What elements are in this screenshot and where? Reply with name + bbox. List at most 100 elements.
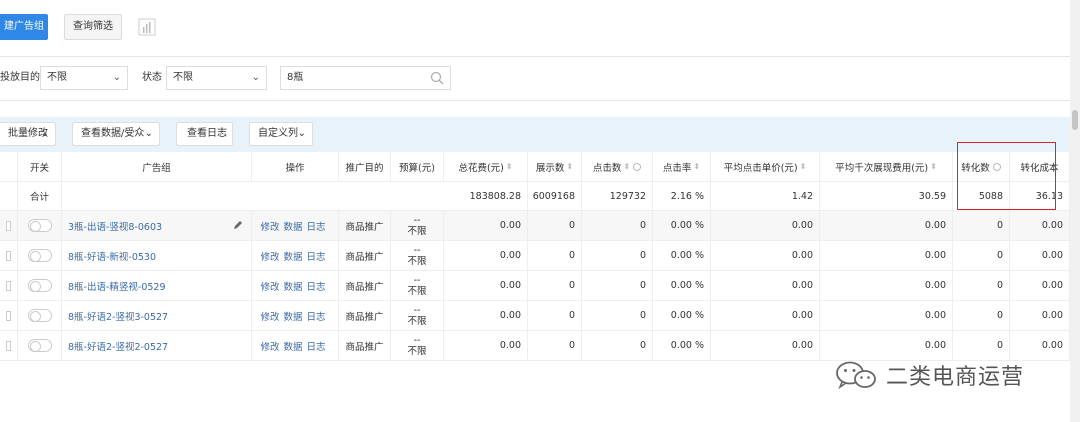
sort-icon[interactable]: ⬍ bbox=[623, 162, 630, 171]
row-checkbox[interactable] bbox=[6, 340, 11, 351]
header-clicks[interactable]: 点击数 ⬍ bbox=[582, 152, 653, 181]
sort-icon[interactable]: ⬍ bbox=[566, 162, 573, 171]
row-ctr: 0.00 % bbox=[653, 301, 711, 330]
pencil-icon[interactable] bbox=[233, 220, 243, 230]
row-budget-value: 不限 bbox=[407, 255, 427, 267]
status-select[interactable]: 不限 ⌄ bbox=[166, 66, 267, 90]
select-all-cell bbox=[0, 152, 18, 181]
chevron-down-icon: ⌄ bbox=[112, 72, 121, 83]
edit-link[interactable]: 修改 bbox=[260, 219, 279, 233]
custom-columns-dropdown[interactable]: 自定义列 ⌄ bbox=[249, 122, 313, 146]
total-spacer bbox=[252, 182, 444, 210]
chevron-down-icon: ⌄ bbox=[251, 72, 260, 83]
header-ctr[interactable]: 点击率 ⬍ bbox=[653, 152, 711, 181]
row-budget-value: 不限 bbox=[407, 315, 427, 327]
sort-icon[interactable]: ⬍ bbox=[930, 162, 937, 171]
table-row: 8瓶-好语-新视-0530 修改 数据 日志 商品推广 -- 不限 0.00 0 0 0.00 % 0… bbox=[0, 241, 1070, 271]
row-budget-value: 不限 bbox=[407, 225, 427, 237]
ad-group-link[interactable]: 8瓶-好语2-竖视2-0527 bbox=[68, 339, 168, 353]
row-checkbox[interactable] bbox=[6, 310, 11, 321]
row-group-cell: 8瓶-好语-新视-0530 bbox=[62, 241, 252, 270]
sort-icon[interactable]: ⬍ bbox=[800, 162, 807, 171]
row-toggle-switch[interactable] bbox=[27, 309, 52, 322]
ad-group-link[interactable]: 3瓶-出语-竖视8-0603 bbox=[68, 219, 162, 233]
row-checkbox[interactable] bbox=[6, 280, 11, 291]
ad-group-link[interactable]: 8瓶-好语-新视-0530 bbox=[68, 249, 156, 263]
row-budget-dash: -- bbox=[413, 214, 421, 226]
row-cpm: 0.00 bbox=[820, 301, 953, 330]
header-cpc-label: 平均点击单价(元) bbox=[723, 162, 798, 174]
query-filter-button[interactable]: 查询筛选 bbox=[64, 14, 122, 40]
row-clicks: 0 bbox=[582, 211, 653, 240]
header-spend-label: 总花费(元) bbox=[458, 162, 504, 174]
data-link[interactable]: 数据 bbox=[283, 249, 302, 263]
ad-management-page: 建广告组 查询筛选 投放目的 不限 ⌄ 状态 不限 ⌄ 8瓶 批量修改 ⌄ 查看… bbox=[0, 0, 1080, 422]
row-ctr: 0.00 % bbox=[653, 211, 711, 240]
header-clicks-label: 点击数 bbox=[592, 162, 622, 174]
log-link[interactable]: 日志 bbox=[307, 339, 326, 353]
row-switch-cell bbox=[18, 211, 62, 240]
row-budget-value: 不限 bbox=[407, 345, 427, 357]
row-toggle-switch[interactable] bbox=[27, 279, 52, 292]
edit-link[interactable]: 修改 bbox=[260, 279, 279, 293]
scrollbar-thumb[interactable] bbox=[1072, 110, 1078, 130]
search-input-value: 8瓶 bbox=[287, 72, 304, 83]
new-ad-group-button[interactable]: 建广告组 bbox=[0, 14, 48, 40]
row-impr: 0 bbox=[528, 301, 582, 330]
data-link[interactable]: 数据 bbox=[283, 339, 302, 353]
search-icon[interactable] bbox=[430, 71, 444, 85]
header-ctr-label: 点击率 bbox=[662, 162, 692, 174]
row-group-cell: 8瓶-好语2-竖视2-0527 bbox=[62, 331, 252, 360]
row-conv: 0 bbox=[953, 331, 1010, 360]
row-switch-cell bbox=[18, 331, 62, 360]
header-cpc[interactable]: 平均点击单价(元) ⬍ bbox=[711, 152, 820, 181]
info-icon[interactable] bbox=[633, 162, 642, 171]
row-toggle-switch[interactable] bbox=[27, 219, 52, 232]
ad-group-link[interactable]: 8瓶-好语2-竖视3-0527 bbox=[68, 309, 168, 323]
header-spend[interactable]: 总花费(元) ⬍ bbox=[444, 152, 528, 181]
row-ops-cell: 修改 数据 日志 bbox=[252, 331, 339, 360]
row-toggle-switch[interactable] bbox=[27, 339, 52, 352]
data-link[interactable]: 数据 bbox=[283, 279, 302, 293]
row-checkbox[interactable] bbox=[6, 250, 11, 261]
sort-icon[interactable]: ⬍ bbox=[693, 162, 700, 171]
row-budget-dash: -- bbox=[413, 304, 421, 316]
row-budget: -- 不限 bbox=[391, 211, 444, 240]
ad-group-link[interactable]: 8瓶-出语-精竖视-0529 bbox=[68, 279, 166, 293]
status-label: 状态 bbox=[142, 72, 162, 83]
row-checkbox[interactable] bbox=[6, 220, 11, 231]
header-group: 广告组 bbox=[62, 152, 252, 181]
bulk-edit-dropdown[interactable]: 批量修改 ⌄ bbox=[0, 122, 56, 146]
row-ops-cell: 修改 数据 日志 bbox=[252, 271, 339, 300]
row-conv: 0 bbox=[953, 241, 1010, 270]
data-link[interactable]: 数据 bbox=[283, 309, 302, 323]
log-link[interactable]: 日志 bbox=[307, 279, 326, 293]
log-link[interactable]: 日志 bbox=[307, 219, 326, 233]
view-data-dropdown[interactable]: 查看数据/受众 ⌄ bbox=[72, 122, 160, 146]
row-purpose: 商品推广 bbox=[339, 241, 391, 270]
bar-chart-icon[interactable] bbox=[138, 18, 156, 36]
row-cpc: 0.00 bbox=[711, 241, 820, 270]
row-toggle-switch[interactable] bbox=[27, 249, 52, 262]
sort-icon[interactable]: ⬍ bbox=[506, 162, 513, 171]
row-checkbox-cell bbox=[0, 241, 18, 270]
edit-link[interactable]: 修改 bbox=[260, 249, 279, 263]
edit-link[interactable]: 修改 bbox=[260, 309, 279, 323]
row-checkbox-cell bbox=[0, 271, 18, 300]
toolbar-divider bbox=[0, 56, 1070, 57]
data-link[interactable]: 数据 bbox=[283, 219, 302, 233]
header-cpm-label: 平均千次展现费用(元) bbox=[835, 162, 929, 174]
row-spend: 0.00 bbox=[444, 241, 528, 270]
header-impr[interactable]: 展示数 ⬍ bbox=[528, 152, 582, 181]
log-link[interactable]: 日志 bbox=[307, 309, 326, 323]
row-conv-cost: 0.00 bbox=[1010, 241, 1070, 270]
vertical-scrollbar[interactable] bbox=[1070, 0, 1080, 422]
view-log-button[interactable]: 查看日志 bbox=[176, 122, 233, 146]
log-link[interactable]: 日志 bbox=[307, 249, 326, 263]
header-cpm[interactable]: 平均千次展现费用(元) ⬍ bbox=[820, 152, 953, 181]
search-input[interactable]: 8瓶 bbox=[280, 66, 451, 90]
edit-link[interactable]: 修改 bbox=[260, 339, 279, 353]
row-cpc: 0.00 bbox=[711, 331, 820, 360]
total-cpm: 30.59 bbox=[820, 182, 953, 210]
purpose-select[interactable]: 不限 ⌄ bbox=[40, 66, 128, 90]
